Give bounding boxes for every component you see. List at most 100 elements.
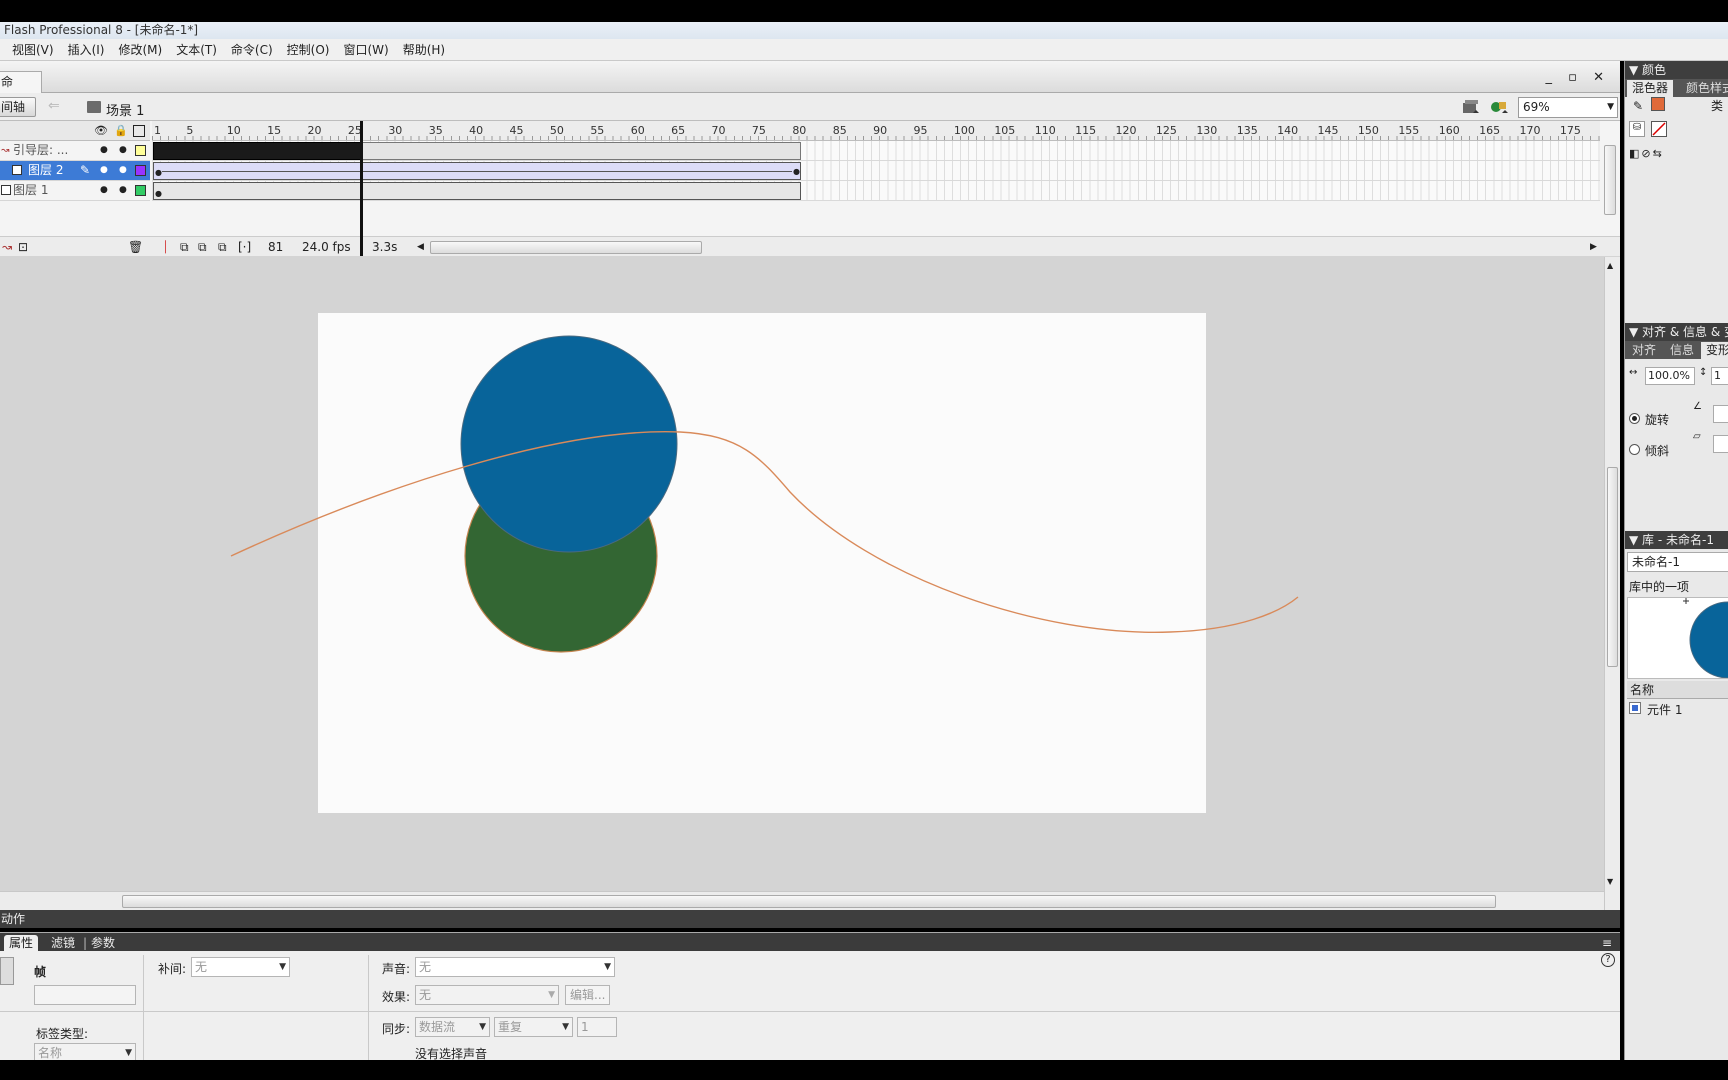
back-arrow-icon[interactable]: ⇐ — [48, 98, 60, 114]
lock-dot[interactable]: ● — [119, 141, 127, 160]
onion-markers-icon[interactable]: [·] — [238, 239, 251, 255]
rotate-field[interactable] — [1713, 405, 1728, 423]
keyframe-dot[interactable]: ● — [155, 189, 162, 198]
ruler-tick-label: 1 — [154, 124, 161, 137]
frame-ruler[interactable]: 1 5 10 15 20 25 30 35 40 45 50 55 60 65 70 75 80 85 90 95 10… — [152, 121, 1600, 141]
edit-scene-icon[interactable] — [1462, 99, 1480, 115]
menu-modify[interactable]: 修改(M) — [111, 39, 169, 61]
skew-field[interactable] — [1713, 435, 1728, 453]
tab-align[interactable]: 对齐 — [1627, 342, 1661, 359]
layer-row-guide[interactable]: ↝ 引导层: ... ● ● — [0, 141, 150, 161]
scroll-left-icon[interactable]: ◀ — [417, 239, 424, 255]
tab-info[interactable]: 信息 — [1665, 342, 1699, 359]
swap-colors-icon[interactable]: ◧⊘⇆ — [1629, 147, 1664, 160]
menu-control[interactable]: 控制(O) — [280, 39, 337, 61]
add-guide-layer-icon[interactable]: ↝ — [2, 239, 12, 255]
scale-width-field[interactable]: 100.0% — [1645, 367, 1695, 385]
stage-vertical-scrollbar[interactable]: ▲ ▼ — [1604, 257, 1620, 911]
repeat-count-field[interactable]: 1 — [577, 1017, 617, 1037]
timeline-horizontal-scrollbar[interactable] — [430, 241, 702, 254]
library-item[interactable]: 元件 1 — [1647, 701, 1682, 718]
sync-select[interactable]: 数据流 ▼ — [415, 1017, 490, 1037]
frame-rate[interactable]: 24.0 fps — [302, 239, 351, 255]
add-folder-icon[interactable]: ⊡ — [18, 239, 28, 255]
eye-icon[interactable]: 👁 — [94, 124, 108, 137]
scene-label[interactable]: 场景 1 — [106, 100, 144, 119]
repeat-select[interactable]: 重复 ▼ — [494, 1017, 573, 1037]
center-frame-icon[interactable]: ⏐ — [162, 239, 169, 255]
blue-circle[interactable] — [460, 335, 678, 553]
tab-filters[interactable]: 滤镜 — [51, 935, 75, 951]
window-buttons[interactable]: _ ▫ ✕ — [1546, 70, 1610, 85]
tab-parameters[interactable]: 参数 — [91, 935, 115, 951]
onion-outline-icon[interactable]: ⧉ — [198, 239, 207, 255]
library-panel-header[interactable]: ▼ 库 - 未命名-1 — [1625, 531, 1728, 549]
keyframe-dot[interactable]: ● — [155, 168, 162, 177]
menu-bar: 视图(V) 插入(I) 修改(M) 文本(T) 命令(C) 控制(O) 窗口(W) 帮助(H) — [0, 39, 1728, 61]
align-panel-header[interactable]: ▼ 对齐 & 信息 & 变形 — [1625, 323, 1728, 341]
ruler-tick-label: 175 — [1559, 124, 1581, 137]
edit-symbol-icon[interactable] — [1490, 99, 1510, 115]
tab-transform[interactable]: 变形 — [1701, 342, 1728, 359]
static-frames-span[interactable] — [153, 182, 801, 200]
layer-color-swatch[interactable] — [135, 185, 146, 196]
scale-height-field[interactable]: 1 — [1711, 367, 1728, 385]
keyframe-dot[interactable]: ● — [793, 167, 800, 176]
visibility-dot[interactable]: ● — [100, 161, 108, 180]
tween-select[interactable]: 无 ▼ — [191, 957, 290, 977]
menu-commands[interactable]: 命令(C) — [224, 39, 280, 61]
document-tab[interactable]: 命名-1* — [0, 71, 42, 109]
lock-icon[interactable]: 🔒 — [114, 124, 128, 137]
lock-dot[interactable]: ● — [119, 181, 127, 200]
tab-properties[interactable]: 属性 — [4, 935, 39, 951]
effect-select[interactable]: 无 ▼ — [415, 985, 559, 1005]
onion-skin-icon[interactable]: ⧉ — [180, 239, 189, 255]
visibility-dot[interactable]: ● — [100, 141, 108, 160]
scroll-down-icon[interactable]: ▼ — [1607, 877, 1613, 886]
no-fill-swatch[interactable] — [1651, 121, 1667, 137]
guide-frames[interactable] — [153, 142, 361, 160]
vertical-thumb[interactable] — [1607, 467, 1618, 667]
scroll-up-icon[interactable]: ▲ — [1607, 261, 1613, 270]
horizontal-thumb[interactable] — [122, 895, 1496, 908]
stroke-color-swatch[interactable] — [1651, 97, 1665, 111]
layer-color-swatch[interactable] — [135, 145, 146, 156]
scroll-right-icon[interactable]: ▶ — [1590, 239, 1597, 255]
actions-panel-header[interactable]: 动作 — [0, 910, 1620, 928]
playhead[interactable] — [360, 121, 363, 256]
help-icon[interactable]: ? — [1601, 953, 1615, 967]
name-column-header[interactable]: 名称 — [1627, 681, 1728, 699]
edit-sound-button[interactable]: 编辑... — [565, 985, 611, 1005]
timeline-toggle-button[interactable]: 间轴 — [0, 97, 36, 117]
layer-row-2[interactable]: 图层 2 ✎ ● ● — [0, 161, 150, 181]
skew-radio[interactable] — [1629, 444, 1640, 455]
tab-color-swatches[interactable]: 颜色样式 — [1681, 80, 1728, 97]
frame-grid[interactable]: ● ● ● — [152, 141, 1600, 201]
timeline-vertical-scrollbar[interactable] — [1604, 145, 1616, 215]
panel-menu-icon[interactable]: ≡ — [1602, 935, 1612, 951]
menu-view[interactable]: 视图(V) — [0, 39, 61, 61]
layer-color-swatch[interactable] — [135, 165, 146, 176]
layer-row-1[interactable]: 图层 1 ● ● — [0, 181, 150, 201]
sound-select[interactable]: 无 ▼ — [415, 957, 615, 977]
library-select[interactable]: 未命名-1 — [1627, 552, 1728, 572]
menu-help[interactable]: 帮助(H) — [396, 39, 452, 61]
delete-layer-icon[interactable]: 🗑 — [128, 239, 143, 255]
tab-color-mixer[interactable]: 混色器 — [1627, 80, 1674, 97]
zoom-select[interactable]: 69% ▼ — [1518, 97, 1618, 118]
lock-dot[interactable]: ● — [119, 161, 127, 180]
frame-name-field[interactable] — [34, 985, 136, 1005]
menu-text[interactable]: 文本(T) — [169, 39, 224, 61]
menu-insert[interactable]: 插入(I) — [61, 39, 112, 61]
outline-icon[interactable] — [133, 125, 145, 137]
visibility-dot[interactable]: ● — [100, 181, 108, 200]
color-panel-header[interactable]: ▼ 颜色 — [1625, 61, 1728, 79]
guide-frames-tail[interactable] — [361, 142, 801, 160]
motion-guide-path[interactable] — [230, 431, 1299, 633]
rotate-radio[interactable] — [1629, 413, 1640, 424]
paint-bucket-icon[interactable]: ⛁ — [1629, 121, 1645, 137]
edit-multiple-frames-icon[interactable]: ⧉ — [218, 239, 227, 255]
stage-horizontal-scrollbar[interactable] — [0, 891, 1604, 911]
layer-icon — [12, 165, 22, 175]
menu-window[interactable]: 窗口(W) — [336, 39, 395, 61]
